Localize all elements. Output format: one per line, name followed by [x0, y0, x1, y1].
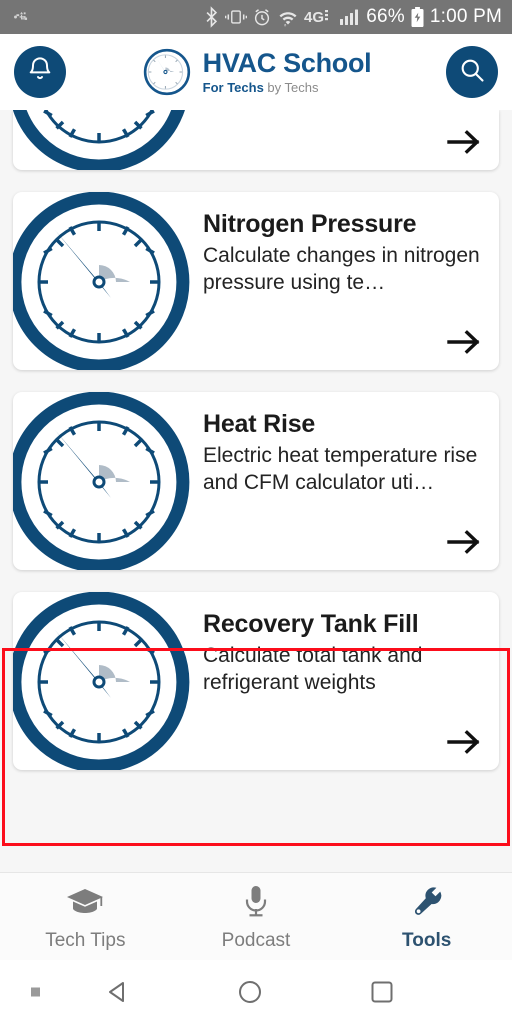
- card-description: Calculate changes in nitrogen pressure u…: [203, 244, 480, 294]
- tab-tech-tips[interactable]: Tech Tips: [0, 873, 171, 952]
- battery-percent-label: 66%: [366, 6, 405, 27]
- list-item[interactable]: Recovery Tank Fill Calculate total tank …: [13, 592, 499, 770]
- microphone-icon: [242, 885, 270, 922]
- app-title: HVAC School: [202, 48, 372, 78]
- vibrate-icon: [225, 7, 248, 27]
- app-header: HVAC School For Techs by Techs: [0, 34, 512, 110]
- gauge-icon: [13, 192, 193, 370]
- graduation-cap-icon: [65, 885, 105, 922]
- network-type-label: 4G: [304, 7, 334, 27]
- brand-logo-block: HVAC School For Techs by Techs: [141, 46, 372, 98]
- home-circle-icon[interactable]: [235, 977, 265, 1007]
- card-title: Nitrogen Pressure: [203, 210, 417, 238]
- tagline-rest: by Techs: [263, 80, 319, 95]
- arrow-right-icon[interactable]: [447, 728, 481, 756]
- usb-icon: [10, 6, 32, 28]
- status-bar-left: [10, 6, 32, 28]
- gauge-icon: [13, 592, 193, 770]
- status-bar: 4G 66% 1:00 PM: [0, 0, 512, 34]
- tab-podcast[interactable]: Podcast: [171, 873, 342, 952]
- bell-icon: [26, 56, 54, 89]
- tagline-bold: For Techs: [202, 80, 264, 95]
- arrow-right-icon[interactable]: [447, 528, 481, 556]
- status-bar-right: 4G 66% 1:00 PM: [203, 6, 502, 28]
- card-body: Recovery Tank Fill Calculate total tank …: [193, 592, 499, 770]
- battery-charging-icon: [410, 6, 425, 28]
- card-title: Heat Rise: [203, 410, 316, 438]
- tools-list[interactable]: Nitrogen Pressure Calculate changes in n…: [0, 110, 512, 872]
- list-item[interactable]: Heat Rise Electric heat temperature rise…: [13, 392, 499, 570]
- card-title: Recovery Tank Fill: [203, 610, 419, 638]
- svg-text:4G: 4G: [304, 9, 324, 26]
- gauge-icon: [13, 110, 193, 170]
- tab-label: Tech Tips: [45, 930, 126, 951]
- card-body: Nitrogen Pressure Calculate changes in n…: [193, 192, 499, 370]
- tab-label: Podcast: [221, 930, 291, 951]
- bottom-tab-bar: Tech Tips Podcast Tools: [0, 872, 512, 960]
- card-description: Electric heat temperature rise and CFM c…: [203, 444, 478, 494]
- tab-label: Tools: [402, 930, 452, 951]
- card-body: [193, 110, 499, 170]
- menu-dot-icon[interactable]: [31, 987, 40, 997]
- alarm-icon: [252, 7, 272, 27]
- brand-text-block: HVAC School For Techs by Techs: [202, 48, 372, 95]
- arrow-right-icon[interactable]: [447, 128, 481, 156]
- signal-bars-icon: [339, 7, 361, 27]
- list-item[interactable]: Nitrogen Pressure Calculate changes in n…: [13, 192, 499, 370]
- notifications-button[interactable]: [14, 46, 66, 98]
- app-tagline: For Techs by Techs: [203, 81, 372, 94]
- app-screen: 4G 66% 1:00 PM HVAC School For Techs by …: [0, 0, 512, 1024]
- wifi-icon: [277, 7, 299, 28]
- gauge-icon: [13, 392, 193, 570]
- list-item[interactable]: [13, 110, 499, 170]
- arrow-right-icon[interactable]: [447, 328, 481, 356]
- search-icon: [458, 56, 486, 89]
- bluetooth-icon: [203, 6, 220, 28]
- back-triangle-icon[interactable]: [103, 977, 133, 1007]
- tab-tools[interactable]: Tools: [341, 873, 512, 952]
- card-description: Calculate total tank and refrigerant wei…: [203, 644, 423, 694]
- clock-label: 1:00 PM: [429, 6, 502, 27]
- gauge-logo-icon: [141, 46, 194, 98]
- android-navigation-bar: [0, 960, 512, 1024]
- card-body: Heat Rise Electric heat temperature rise…: [193, 392, 499, 570]
- wrench-icon: [411, 885, 443, 922]
- recent-square-icon[interactable]: [367, 977, 397, 1007]
- search-button[interactable]: [446, 46, 498, 98]
